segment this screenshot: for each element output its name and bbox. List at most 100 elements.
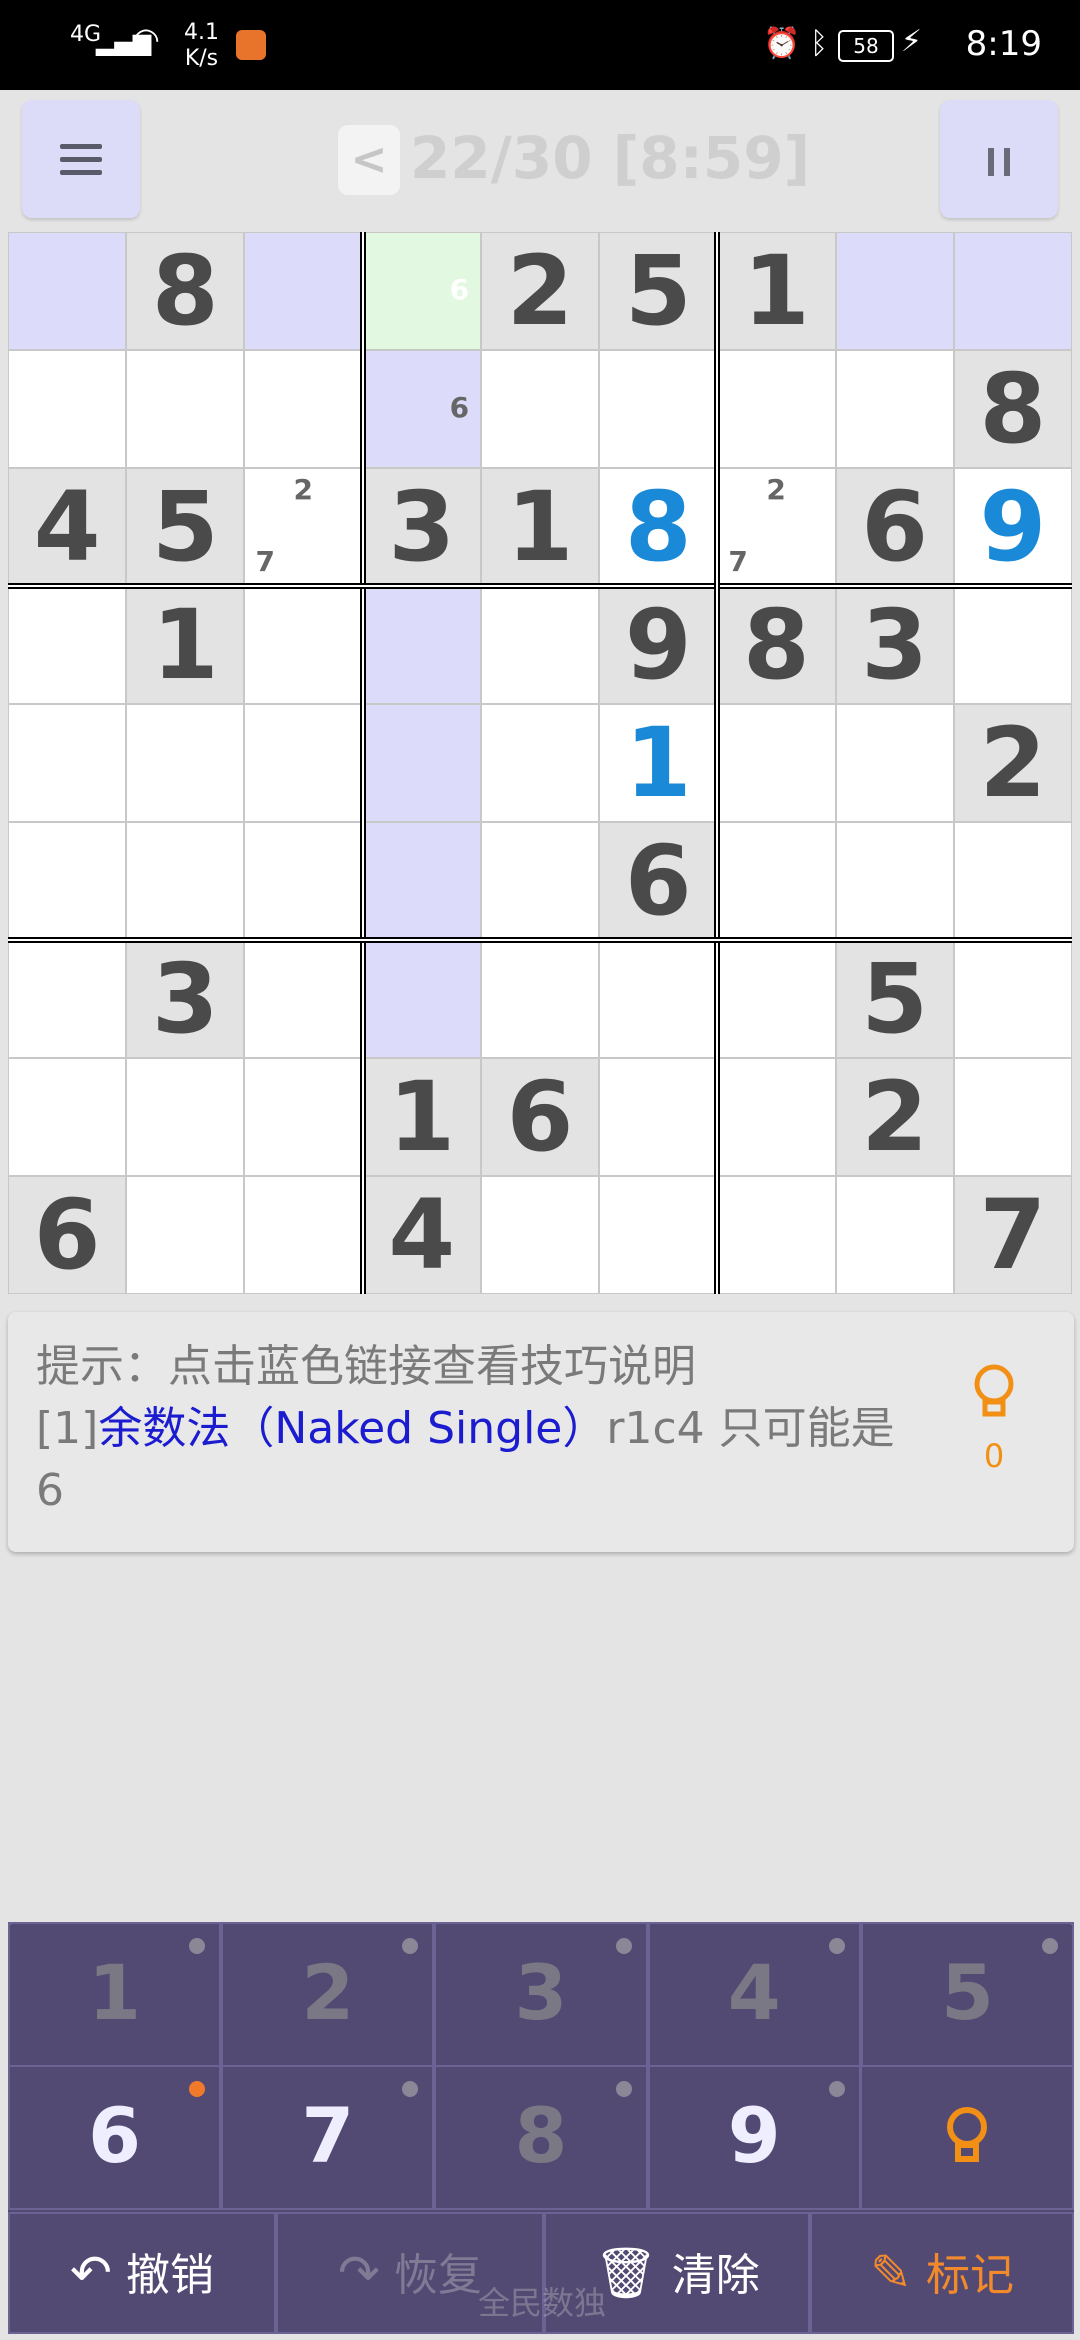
board-cell[interactable]: [126, 822, 245, 940]
board-cell[interactable]: [480, 1176, 600, 1294]
board-cell[interactable]: [599, 1176, 718, 1294]
menu-button[interactable]: [22, 100, 140, 218]
board-cell[interactable]: 8: [953, 350, 1072, 468]
board-cell[interactable]: [8, 586, 127, 704]
undo-button[interactable]: ↶ 撤销: [8, 2212, 276, 2334]
pause-button[interactable]: [940, 100, 1058, 218]
digit-key-6[interactable]: 6: [8, 2065, 222, 2210]
board-cell[interactable]: [244, 822, 363, 940]
digit-key-9[interactable]: 9: [647, 2065, 861, 2210]
digit-key-2[interactable]: 2: [221, 1922, 435, 2067]
board-cell[interactable]: [480, 586, 600, 704]
board-cell[interactable]: 8: [599, 468, 718, 586]
board-cell[interactable]: 6: [835, 468, 954, 586]
board-cell[interactable]: [244, 586, 363, 704]
hint-bulb-button[interactable]: 0: [972, 1364, 1016, 1475]
board-cell[interactable]: [244, 704, 363, 822]
board-cell[interactable]: [8, 822, 127, 940]
board-cell[interactable]: [126, 350, 245, 468]
digit-key-5[interactable]: 5: [860, 1922, 1074, 2067]
board-cell[interactable]: [126, 1176, 245, 1294]
board-cell[interactable]: [717, 350, 836, 468]
digit-key-3[interactable]: 3: [434, 1922, 648, 2067]
board-cell[interactable]: [599, 940, 718, 1058]
board-cell[interactable]: 4: [8, 468, 127, 586]
board-cell[interactable]: 3: [835, 586, 954, 704]
board-cell[interactable]: [244, 940, 363, 1058]
board-cell[interactable]: [953, 940, 1072, 1058]
board-cell[interactable]: [953, 232, 1072, 350]
board-cell[interactable]: [8, 704, 127, 822]
board-cell[interactable]: [244, 1058, 363, 1176]
board-cell[interactable]: 2: [953, 704, 1072, 822]
box-divider: [359, 232, 366, 1294]
board-cell[interactable]: 1: [126, 586, 245, 704]
board-cell[interactable]: 9: [953, 468, 1072, 586]
board-cell[interactable]: 2: [480, 232, 600, 350]
board-cell[interactable]: [480, 822, 600, 940]
board-cell[interactable]: [244, 232, 363, 350]
technique-link[interactable]: 余数法（Naked Single）: [98, 1403, 606, 1454]
board-cell[interactable]: [835, 1176, 954, 1294]
board-cell[interactable]: [953, 1058, 1072, 1176]
board-cell[interactable]: 5: [126, 468, 245, 586]
board-cell[interactable]: 2: [835, 1058, 954, 1176]
board-cell[interactable]: 9: [599, 586, 718, 704]
board-cell[interactable]: [835, 704, 954, 822]
board-cell[interactable]: 27: [244, 468, 363, 586]
board-cell[interactable]: [126, 1058, 245, 1176]
board-cell[interactable]: 8: [717, 586, 836, 704]
board-cell[interactable]: [126, 704, 245, 822]
board-cell[interactable]: 8: [126, 232, 245, 350]
board-cell[interactable]: [480, 350, 600, 468]
board-cell[interactable]: [244, 350, 363, 468]
number-keypad: 123456789 ↶ 撤销 ↷ 恢复 🗑 清除 ✎ 标记: [8, 1922, 1074, 2334]
digit-key-7[interactable]: 7: [221, 2065, 435, 2210]
board-cell[interactable]: [362, 822, 481, 940]
board-cell[interactable]: [8, 940, 127, 1058]
board-cell[interactable]: [953, 586, 1072, 704]
board-cell[interactable]: [480, 704, 600, 822]
digit-key-1[interactable]: 1: [8, 1922, 222, 2067]
board-cell[interactable]: 5: [835, 940, 954, 1058]
board-cell[interactable]: [362, 586, 481, 704]
board-cell[interactable]: [717, 1176, 836, 1294]
board-cell[interactable]: 1: [717, 232, 836, 350]
hint-key[interactable]: [860, 2065, 1074, 2210]
board-cell[interactable]: [717, 1058, 836, 1176]
board-cell[interactable]: [362, 704, 481, 822]
board-cell[interactable]: [244, 1176, 363, 1294]
board-cell[interactable]: [717, 822, 836, 940]
board-cell[interactable]: 1: [599, 704, 718, 822]
board-cell[interactable]: [599, 1058, 718, 1176]
board-cell[interactable]: [835, 350, 954, 468]
digit-key-4[interactable]: 4: [647, 1922, 861, 2067]
board-cell[interactable]: 6: [362, 232, 481, 350]
board-cell[interactable]: [835, 232, 954, 350]
board-cell[interactable]: [480, 940, 600, 1058]
mark-button[interactable]: ✎ 标记: [810, 2212, 1074, 2334]
board-cell[interactable]: 3: [126, 940, 245, 1058]
board-cell[interactable]: 6: [599, 822, 718, 940]
board-cell[interactable]: [362, 940, 481, 1058]
board-cell[interactable]: [953, 822, 1072, 940]
board-cell[interactable]: 6: [362, 350, 481, 468]
board-cell[interactable]: [717, 940, 836, 1058]
board-cell[interactable]: 6: [480, 1058, 600, 1176]
board-cell[interactable]: [8, 350, 127, 468]
board-cell[interactable]: 1: [480, 468, 600, 586]
board-cell[interactable]: 27: [717, 468, 836, 586]
board-cell[interactable]: [717, 704, 836, 822]
board-cell[interactable]: 3: [362, 468, 481, 586]
board-cell[interactable]: 1: [362, 1058, 481, 1176]
board-cell[interactable]: [8, 1058, 127, 1176]
board-cell[interactable]: 5: [599, 232, 718, 350]
previous-puzzle-button[interactable]: <: [338, 125, 400, 195]
board-cell[interactable]: [599, 350, 718, 468]
board-cell[interactable]: 6: [8, 1176, 127, 1294]
digit-key-8[interactable]: 8: [434, 2065, 648, 2210]
board-cell[interactable]: 7: [953, 1176, 1072, 1294]
board-cell[interactable]: 4: [362, 1176, 481, 1294]
board-cell[interactable]: [8, 232, 127, 350]
board-cell[interactable]: [835, 822, 954, 940]
